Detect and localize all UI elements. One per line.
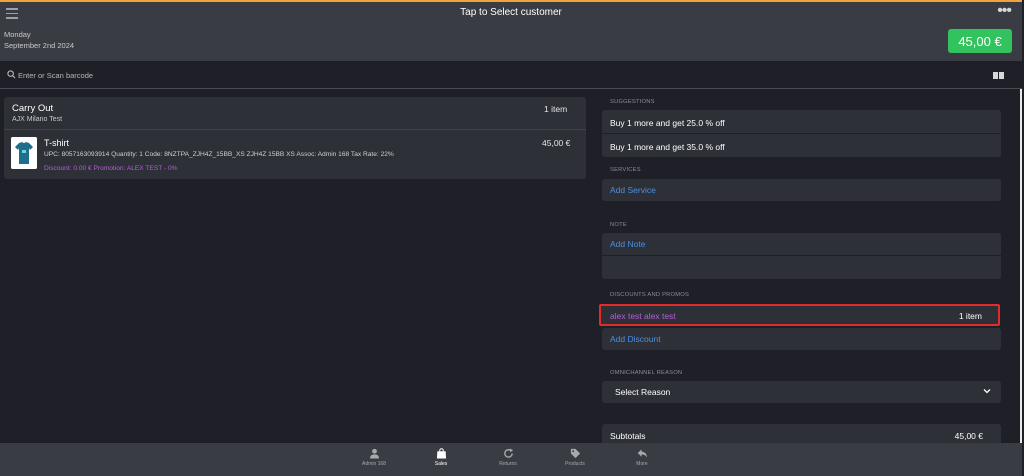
- order-type: Carry Out: [12, 103, 54, 114]
- add-service-link[interactable]: Add Service: [610, 185, 656, 195]
- tab-label: Returns: [499, 461, 517, 467]
- tab-products[interactable]: Products: [550, 446, 600, 474]
- chevron-down-icon: [983, 389, 991, 394]
- suggestions-label: SUGGESTIONS: [610, 99, 655, 105]
- suggestion-item[interactable]: Buy 1 more and get 35.0 % off: [610, 142, 725, 152]
- reply-icon: [637, 449, 647, 458]
- more-options-icon[interactable]: •••: [997, 2, 1012, 20]
- bottom-tab-bar: Admin 168 Sales Returns Products More: [0, 443, 1022, 476]
- tab-label: Products: [565, 461, 585, 467]
- tab-label: More: [636, 461, 648, 467]
- suggestion-item[interactable]: Buy 1 more and get 25.0 % off: [610, 118, 725, 128]
- cart-line-item[interactable]: T-shirt UPC: 8057163093914 Quantity: 1 C…: [4, 131, 586, 179]
- grid-view-icon[interactable]: [993, 72, 1005, 79]
- divider: [602, 133, 1001, 134]
- tab-label: Admin 168: [362, 461, 386, 467]
- discount-card[interactable]: Add Discount: [602, 328, 1001, 350]
- promo-name: alex test alex test: [610, 311, 676, 321]
- discounts-label: DISCOUNTS AND PROMOS: [610, 292, 690, 298]
- date-label: September 2nd 2024: [4, 41, 75, 50]
- pos-app: Tap to Select customer ••• Monday Septem…: [0, 0, 1022, 476]
- add-note-link[interactable]: Add Note: [610, 239, 645, 249]
- omnichannel-label: OMNICHANNEL REASON: [610, 370, 683, 376]
- subtotals-label: Subtotals: [610, 431, 646, 441]
- suggestions-card: Buy 1 more and get 25.0 % off Buy 1 more…: [602, 110, 1001, 157]
- tab-more[interactable]: More: [617, 446, 667, 474]
- add-discount-link[interactable]: Add Discount: [610, 334, 661, 344]
- product-promotion: Discount: 0.00 € Promotion: ALEX TEST - …: [44, 165, 178, 172]
- note-card[interactable]: Add Note: [602, 233, 1001, 279]
- total-button[interactable]: 45,00 €: [948, 29, 1012, 53]
- refresh-icon: [503, 448, 513, 458]
- product-details: UPC: 8057163093914 Quantity: 1 Code: 8NZ…: [44, 151, 394, 158]
- cart-item-count: 1 item: [544, 104, 568, 114]
- cart-header[interactable]: Carry Out AJX Milano Test 1 item: [4, 97, 586, 130]
- day-label: Monday: [4, 30, 31, 39]
- applied-promo-row[interactable]: alex test alex test 1 item: [599, 304, 1000, 326]
- search-bar: [0, 61, 1022, 89]
- divider: [602, 255, 1001, 256]
- tshirt-image: [11, 137, 37, 169]
- store-name: AJX Milano Test: [12, 116, 63, 123]
- select-reason-value: Select Reason: [615, 387, 671, 397]
- customer-select-title[interactable]: Tap to Select customer: [0, 7, 1022, 18]
- header-bar: Tap to Select customer ••• Monday Septem…: [0, 2, 1022, 61]
- tab-sales[interactable]: Sales: [416, 446, 466, 474]
- product-name: T-shirt: [44, 138, 70, 148]
- product-price: 45,00 €: [542, 138, 571, 148]
- subtotals-value: 45,00 €: [954, 431, 983, 441]
- tab-returns[interactable]: Returns: [483, 446, 533, 474]
- tab-label: Sales: [434, 461, 448, 467]
- tags-icon: [570, 448, 580, 459]
- person-icon: [369, 448, 379, 459]
- barcode-search-input[interactable]: [18, 68, 318, 82]
- services-card[interactable]: Add Service: [602, 179, 1001, 201]
- reason-select[interactable]: Select Reason: [602, 381, 1001, 403]
- tab-admin[interactable]: Admin 168: [349, 446, 399, 474]
- services-label: SERVICES: [610, 167, 641, 173]
- search-icon: [7, 70, 16, 79]
- note-label: NOTE: [610, 222, 627, 228]
- promo-item-count: 1 item: [958, 311, 982, 321]
- cart-panel: Carry Out AJX Milano Test 1 item T-shirt…: [4, 97, 586, 179]
- bag-icon: [436, 448, 446, 459]
